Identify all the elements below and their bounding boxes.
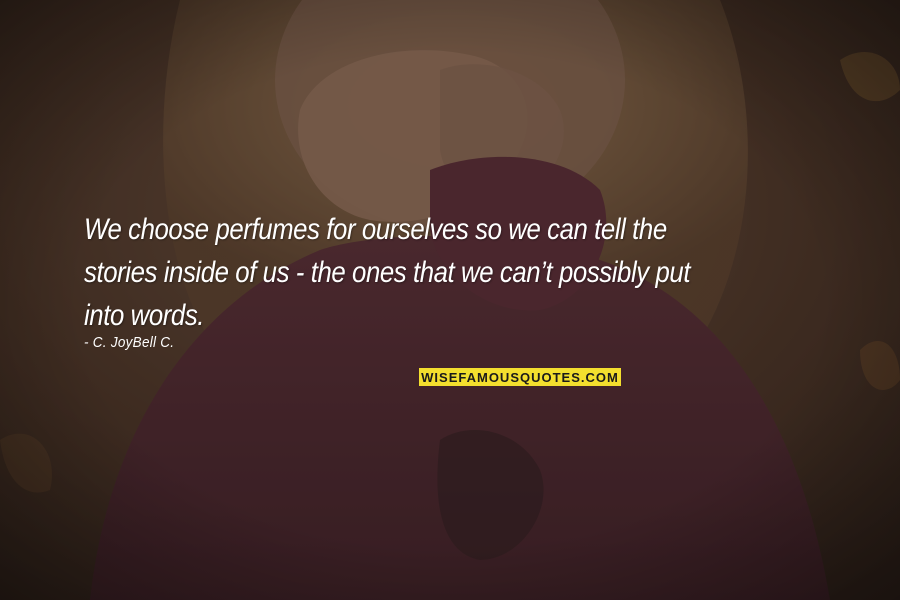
quote-line: stories inside of us - the ones that we … xyxy=(84,256,691,289)
quote-block: We choose perfumes for ourselves so we c… xyxy=(84,208,844,337)
quote-line: into words. xyxy=(84,299,205,332)
quote-line: We choose perfumes for ourselves so we c… xyxy=(84,213,667,246)
site-watermark-label: WISEFAMOUSQUOTES.COM xyxy=(421,369,619,385)
quote-text: We choose perfumes for ourselves so we c… xyxy=(84,208,841,337)
site-watermark: WISEFAMOUSQUOTES.COM xyxy=(419,368,621,386)
quote-author: - C. JoyBell C. xyxy=(84,334,175,351)
